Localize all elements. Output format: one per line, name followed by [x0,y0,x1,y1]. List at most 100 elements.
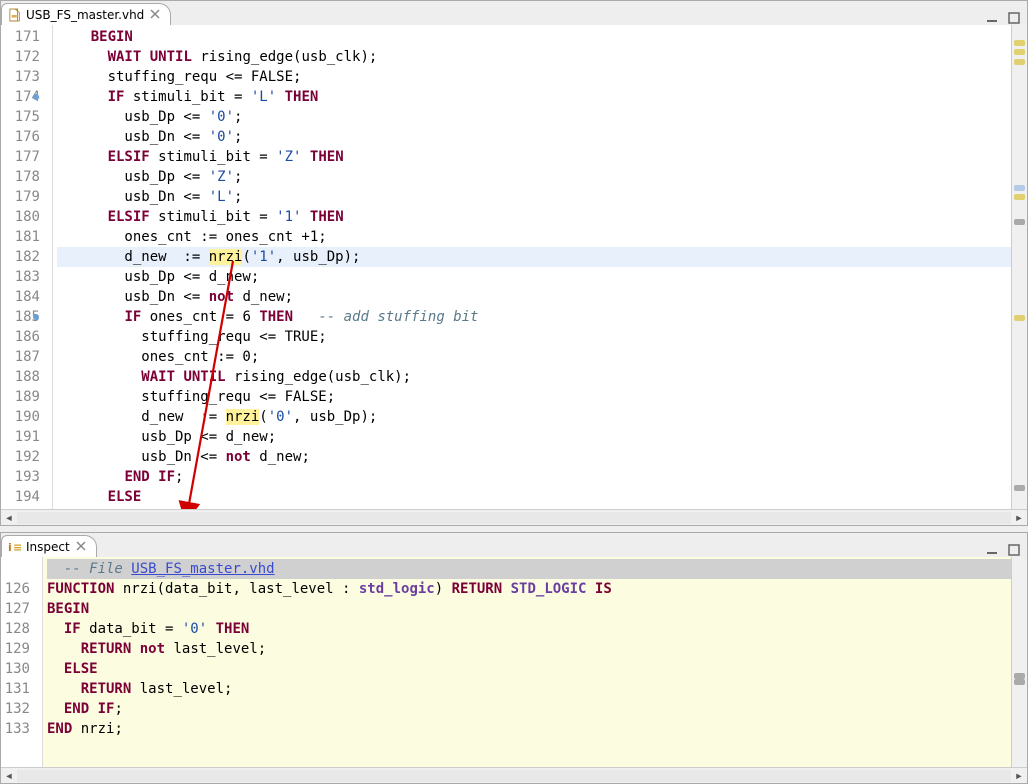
inspect-icon: i≡ [8,540,22,554]
code-line[interactable]: usb_Dp <= d_new; [57,267,1011,287]
line-number [1,559,30,579]
close-icon[interactable] [148,8,162,22]
overview-mark[interactable] [1014,40,1025,46]
line-number: 174 [1,87,40,107]
code-line[interactable]: stuffing_requ <= FALSE; [57,67,1011,87]
line-number: 183 [1,267,40,287]
code-line[interactable]: stuffing_requ <= TRUE; [57,327,1011,347]
line-number: 180 [1,207,40,227]
code-line[interactable]: ELSE [57,487,1011,507]
inspect-body: 126127128129130131132133 -- File USB_FS_… [1,557,1027,767]
minimize-icon[interactable] [985,11,999,25]
overview-ruler[interactable] [1011,25,1027,509]
line-number: 178 [1,167,40,187]
code-line[interactable]: d_new := nrzi('1', usb_Dp); [57,247,1011,267]
pane-actions [985,11,1027,25]
pane-actions [985,543,1027,557]
svg-text:≡: ≡ [13,541,22,554]
fold-marker-icon[interactable] [33,314,39,320]
line-number: 172 [1,47,40,67]
code-line[interactable]: IF data_bit = '0' THEN [47,619,1011,639]
code-line[interactable]: usb_Dp <= 'Z'; [57,167,1011,187]
code-line[interactable]: IF ones_cnt = 6 THEN -- add stuffing bit [57,307,1011,327]
code-line[interactable]: d_new := nrzi('0', usb_Dp); [57,407,1011,427]
overview-ruler[interactable] [1011,557,1027,767]
line-number: 182 [1,247,40,267]
minimize-icon[interactable] [985,543,999,557]
editor-tab-title: USB_FS_master.vhd [26,8,144,22]
scroll-left-icon[interactable]: ◂ [1,768,17,784]
fold-marker-icon[interactable] [33,94,39,100]
editor-pane: USB_FS_master.vhd 1711721731741751761771… [0,0,1028,526]
overview-mark[interactable] [1014,679,1025,685]
code-line[interactable]: WAIT UNTIL rising_edge(usb_clk); [57,367,1011,387]
overview-mark[interactable] [1014,315,1025,321]
inspect-file-header: -- File USB_FS_master.vhd [47,559,1011,579]
svg-text:i: i [8,541,12,554]
code-line[interactable]: RETURN not last_level; [47,639,1011,659]
h-scrollbar[interactable]: ◂ ▸ [1,509,1027,525]
overview-mark[interactable] [1014,194,1025,200]
line-number: 126 [1,579,30,599]
code-line[interactable]: BEGIN [57,27,1011,47]
line-gutter: 126127128129130131132133 [1,557,43,767]
line-gutter: 1711721731741751761771781791801811821831… [1,25,53,509]
editor-tab[interactable]: USB_FS_master.vhd [1,3,171,25]
inspect-tabbar: i≡ Inspect [1,533,1027,557]
line-number: 179 [1,187,40,207]
h-scrollbar[interactable]: ◂ ▸ [1,767,1027,783]
code-line[interactable]: usb_Dn <= '0'; [57,127,1011,147]
maximize-icon[interactable] [1007,543,1021,557]
close-icon[interactable] [74,540,88,554]
overview-mark[interactable] [1014,219,1025,225]
code-line[interactable]: END nrzi; [47,719,1011,739]
line-number: 181 [1,227,40,247]
line-number: 127 [1,599,30,619]
code-line[interactable]: END IF; [47,699,1011,719]
code-line[interactable]: ones_cnt := ones_cnt +1; [57,227,1011,247]
code-line[interactable]: ELSIF stimuli_bit = 'Z' THEN [57,147,1011,167]
editor-body: 1711721731741751761771781791801811821831… [1,25,1027,509]
code-line[interactable]: FUNCTION nrzi(data_bit, last_level : std… [47,579,1011,599]
line-number: 173 [1,67,40,87]
vhdl-file-icon [8,8,22,22]
code-line[interactable]: BEGIN [47,599,1011,619]
line-number: 193 [1,467,40,487]
editor-tabbar: USB_FS_master.vhd [1,1,1027,25]
code-area[interactable]: -- File USB_FS_master.vhdFUNCTION nrzi(d… [43,557,1011,767]
line-number: 132 [1,699,30,719]
maximize-icon[interactable] [1007,11,1021,25]
code-line[interactable]: stuffing_requ <= FALSE; [57,387,1011,407]
line-number: 133 [1,719,30,739]
code-area[interactable]: BEGIN WAIT UNTIL rising_edge(usb_clk); s… [53,25,1011,509]
scroll-right-icon[interactable]: ▸ [1011,510,1027,526]
code-line[interactable]: END IF; [57,467,1011,487]
line-number: 175 [1,107,40,127]
code-line[interactable]: usb_Dn <= not d_new; [57,447,1011,467]
overview-mark[interactable] [1014,185,1025,191]
code-line[interactable]: ELSIF stimuli_bit = '1' THEN [57,207,1011,227]
scroll-left-icon[interactable]: ◂ [1,510,17,526]
code-line[interactable]: RETURN last_level; [47,679,1011,699]
code-line[interactable]: IF stimuli_bit = 'L' THEN [57,87,1011,107]
overview-mark[interactable] [1014,673,1025,679]
code-line[interactable]: usb_Dp <= d_new; [57,427,1011,447]
line-number: 189 [1,387,40,407]
inspect-tab[interactable]: i≡ Inspect [1,535,97,557]
line-number: 129 [1,639,30,659]
scroll-track[interactable] [17,770,1011,782]
code-line[interactable]: ones_cnt := 0; [57,347,1011,367]
scroll-track[interactable] [17,512,1011,524]
code-line[interactable]: usb_Dn <= not d_new; [57,287,1011,307]
overview-mark[interactable] [1014,59,1025,65]
code-line[interactable]: usb_Dp <= '0'; [57,107,1011,127]
code-line[interactable]: WAIT UNTIL rising_edge(usb_clk); [57,47,1011,67]
inspect-pane: i≡ Inspect 126127128129130131132133 -- F… [0,532,1028,784]
overview-mark[interactable] [1014,49,1025,55]
inspect-file-link[interactable]: USB_FS_master.vhd [131,561,274,577]
line-number: 194 [1,487,40,507]
code-line[interactable]: ELSE [47,659,1011,679]
overview-mark[interactable] [1014,485,1025,491]
code-line[interactable]: usb_Dn <= 'L'; [57,187,1011,207]
scroll-right-icon[interactable]: ▸ [1011,768,1027,784]
